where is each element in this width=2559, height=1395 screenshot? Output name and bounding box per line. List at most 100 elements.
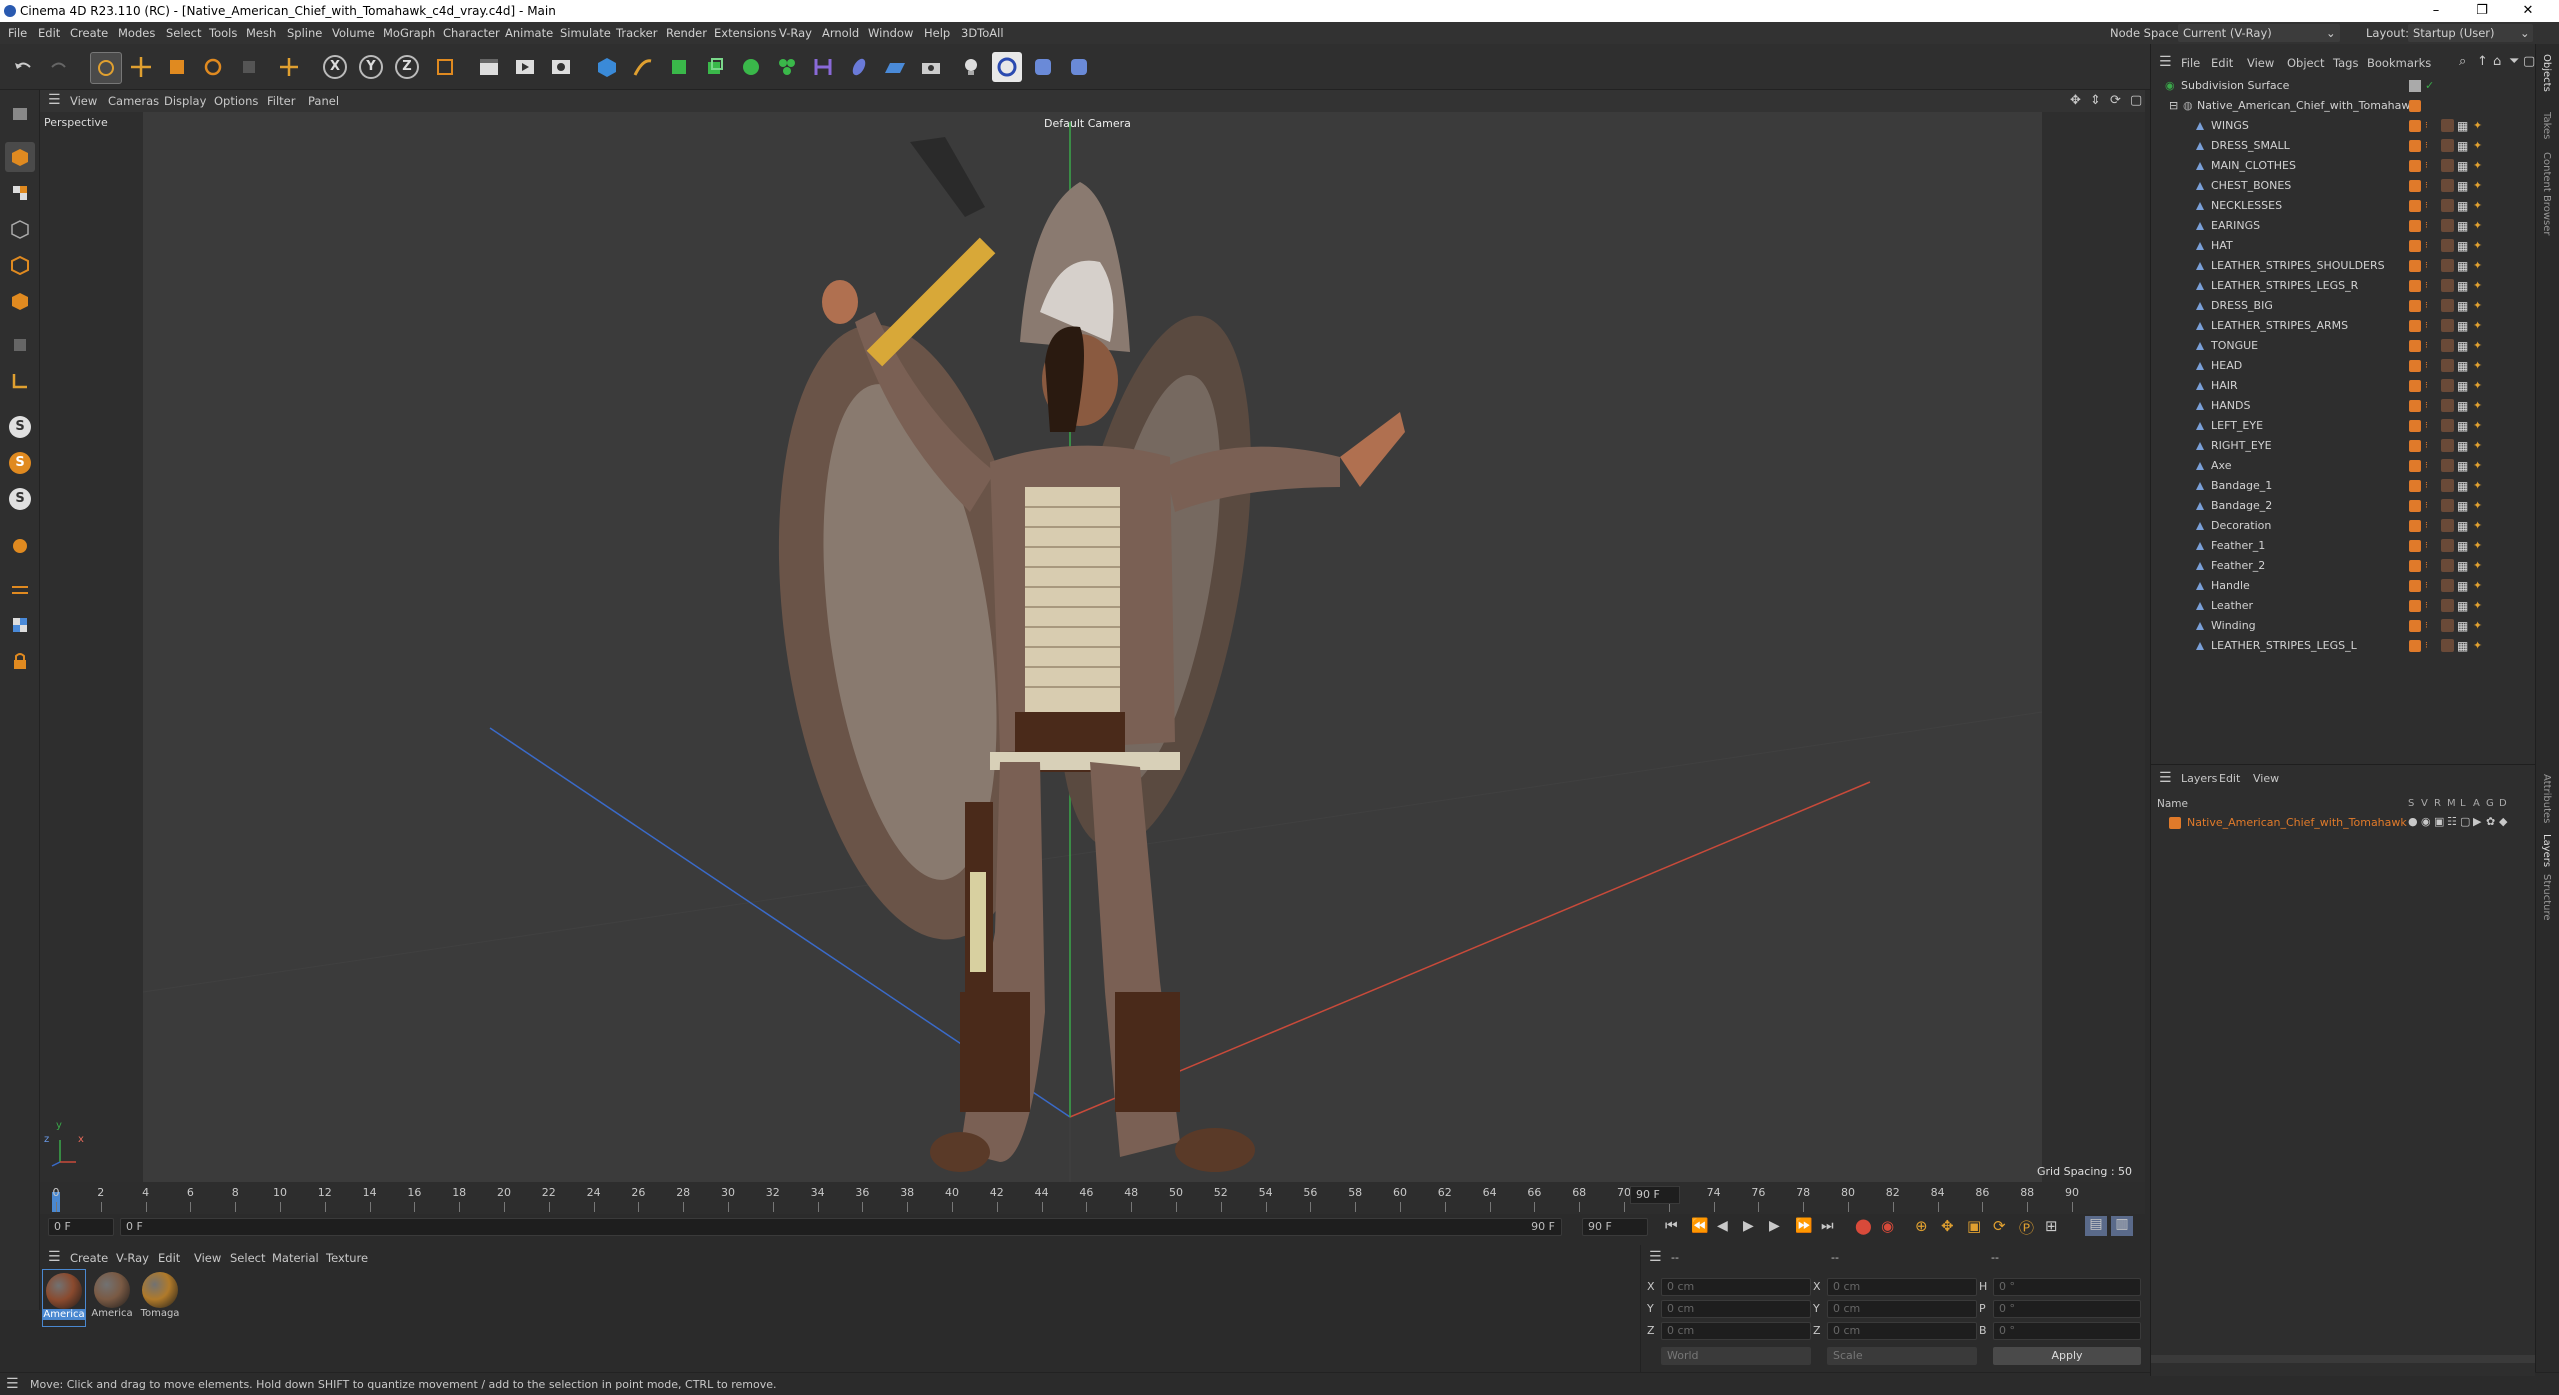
menu-animate[interactable]: Animate: [505, 26, 553, 40]
cloner-button[interactable]: [736, 52, 766, 82]
tab-takes[interactable]: Takes: [2541, 112, 2552, 139]
visibility-dots-icon[interactable]: ⁝: [2425, 476, 2428, 496]
visibility-dots-icon[interactable]: ⁝: [2425, 536, 2428, 556]
material-tag-icon[interactable]: [2441, 339, 2454, 352]
phong-tag-icon[interactable]: ✦: [2473, 616, 2482, 636]
solo-button[interactable]: [5, 610, 35, 640]
material-tag-icon[interactable]: [2441, 599, 2454, 612]
mat-menu-vray[interactable]: V-Ray: [116, 1251, 149, 1265]
select-tool-button[interactable]: [90, 52, 122, 84]
visibility-icon[interactable]: [2409, 80, 2421, 92]
field-button[interactable]: [844, 52, 874, 82]
material-tag-icon[interactable]: [2441, 499, 2454, 512]
object-row[interactable]: Winding ⁝ ▦ ✦: [2151, 616, 2536, 636]
material-tag-icon[interactable]: [2441, 239, 2454, 252]
menu-select[interactable]: Select: [166, 26, 201, 40]
visibility-dots-icon[interactable]: ⁝: [2425, 576, 2428, 596]
material-tag-icon[interactable]: [2441, 399, 2454, 412]
menu-help[interactable]: Help: [924, 26, 950, 40]
mat-menu-edit[interactable]: Edit: [158, 1251, 180, 1265]
phong-tag-icon[interactable]: ✦: [2473, 516, 2482, 536]
phong-tag-icon[interactable]: ✦: [2473, 456, 2482, 476]
manager-icon[interactable]: ☷: [2447, 815, 2457, 828]
uvw-tag-icon[interactable]: ▦: [2457, 596, 2468, 616]
uvw-tag-icon[interactable]: ▦: [2457, 496, 2468, 516]
uvw-tag-icon[interactable]: ▦: [2457, 536, 2468, 556]
uvw-tag-icon[interactable]: ▦: [2457, 456, 2468, 476]
object-row[interactable]: LEATHER_STRIPES_LEGS_L ⁝ ▦ ✦: [2151, 636, 2536, 656]
key-move-icon[interactable]: ✥: [1941, 1217, 1954, 1235]
visibility-dots-icon[interactable]: ⁝: [2425, 196, 2428, 216]
visibility-dots-icon[interactable]: ⁝: [2425, 136, 2428, 156]
phong-tag-icon[interactable]: ✦: [2473, 156, 2482, 176]
phong-tag-icon[interactable]: ✦: [2473, 636, 2482, 656]
layer-name[interactable]: Native_American_Chief_with_Tomahawk: [2187, 816, 2407, 829]
scale-tool-button[interactable]: [162, 52, 192, 82]
phong-tag-icon[interactable]: ✦: [2473, 236, 2482, 256]
object-row[interactable]: Leather ⁝ ▦ ✦: [2151, 596, 2536, 616]
extrude-button[interactable]: [700, 52, 730, 82]
uvw-tag-icon[interactable]: ▦: [2457, 436, 2468, 456]
layer-color-swatch[interactable]: [2169, 817, 2181, 829]
phong-tag-icon[interactable]: ✦: [2473, 576, 2482, 596]
material-tag-icon[interactable]: [2441, 299, 2454, 312]
camera-button[interactable]: [916, 52, 946, 82]
material-tag-icon[interactable]: [2441, 419, 2454, 432]
viewport-menu-panel[interactable]: Panel: [308, 94, 339, 108]
visibility-dots-icon[interactable]: ⁝: [2425, 176, 2428, 196]
size-x-field[interactable]: 0 cm: [1827, 1278, 1977, 1296]
subdivision-button[interactable]: [664, 52, 694, 82]
render-icon[interactable]: ▣: [2434, 815, 2444, 828]
keyframe-icon[interactable]: ⊕: [1915, 1217, 1928, 1235]
maximize-button[interactable]: ❐: [2459, 0, 2505, 22]
menu-mesh[interactable]: Mesh: [246, 26, 276, 40]
close-button[interactable]: ✕: [2505, 0, 2551, 22]
mat-menu-material[interactable]: Material: [272, 1251, 319, 1265]
obj-menu-object[interactable]: Object: [2287, 56, 2324, 70]
light-button[interactable]: [956, 52, 986, 82]
preview-end-field[interactable]: 90 F: [1630, 1186, 1680, 1204]
phong-tag-icon[interactable]: ✦: [2473, 216, 2482, 236]
key-grid-icon[interactable]: ⊞: [2045, 1217, 2058, 1235]
hamburger-icon[interactable]: ☰: [2159, 770, 2172, 786]
object-row[interactable]: NECKLESSES ⁝ ▦ ✦: [2151, 196, 2536, 216]
material-tag-icon[interactable]: [2441, 619, 2454, 632]
material-tag-icon[interactable]: [2441, 519, 2454, 532]
visibility-dots-icon[interactable]: ⁝: [2425, 616, 2428, 636]
mat-menu-select[interactable]: Select: [230, 1251, 265, 1265]
coordinate-system-button[interactable]: [430, 52, 460, 82]
object-mode-button[interactable]: [5, 142, 35, 172]
material-tag-icon[interactable]: [2441, 579, 2454, 592]
snap-settings-button[interactable]: S: [5, 448, 35, 478]
menu-file[interactable]: File: [8, 26, 27, 40]
object-row-subdivision[interactable]: ◉ Subdivision Surface ✓: [2151, 76, 2536, 96]
uvw-tag-icon[interactable]: ▦: [2457, 296, 2468, 316]
current-frame-field[interactable]: 0 F: [48, 1218, 114, 1236]
tab-objects[interactable]: Objects: [2541, 54, 2552, 92]
phong-tag-icon[interactable]: ✦: [2473, 416, 2482, 436]
up-icon[interactable]: ↑: [2477, 54, 2488, 69]
phong-tag-icon[interactable]: ✦: [2473, 336, 2482, 356]
object-row[interactable]: HEAD ⁝ ▦ ✦: [2151, 356, 2536, 376]
object-row[interactable]: HANDS ⁝ ▦ ✦: [2151, 396, 2536, 416]
visibility-dots-icon[interactable]: ⁝: [2425, 496, 2428, 516]
edges-mode-button[interactable]: [5, 250, 35, 280]
viewport-menu-filter[interactable]: Filter: [267, 94, 295, 108]
visibility-dots-icon[interactable]: ⁝: [2425, 256, 2428, 276]
object-row[interactable]: CHEST_BONES ⁝ ▦ ✦: [2151, 176, 2536, 196]
menu-modes[interactable]: Modes: [118, 26, 155, 40]
dope-sheet-icon[interactable]: ▥: [2111, 1216, 2133, 1236]
object-row[interactable]: Axe ⁝ ▦ ✦: [2151, 456, 2536, 476]
menu-character[interactable]: Character: [443, 26, 500, 40]
menu-tools[interactable]: Tools: [209, 26, 237, 40]
layer-menu-layers[interactable]: Layers: [2181, 772, 2217, 785]
material-tag-icon[interactable]: [2441, 359, 2454, 372]
home-icon[interactable]: ⌂: [2493, 54, 2501, 69]
redo-button[interactable]: [44, 52, 74, 82]
phong-tag-icon[interactable]: ✦: [2473, 476, 2482, 496]
phong-tag-icon[interactable]: ✦: [2473, 556, 2482, 576]
mat-menu-texture[interactable]: Texture: [326, 1251, 368, 1265]
axis-x-button[interactable]: X: [320, 52, 350, 82]
obj-menu-bookmarks[interactable]: Bookmarks: [2367, 56, 2431, 70]
menu-3dtoall[interactable]: 3DToAll: [961, 26, 1004, 40]
